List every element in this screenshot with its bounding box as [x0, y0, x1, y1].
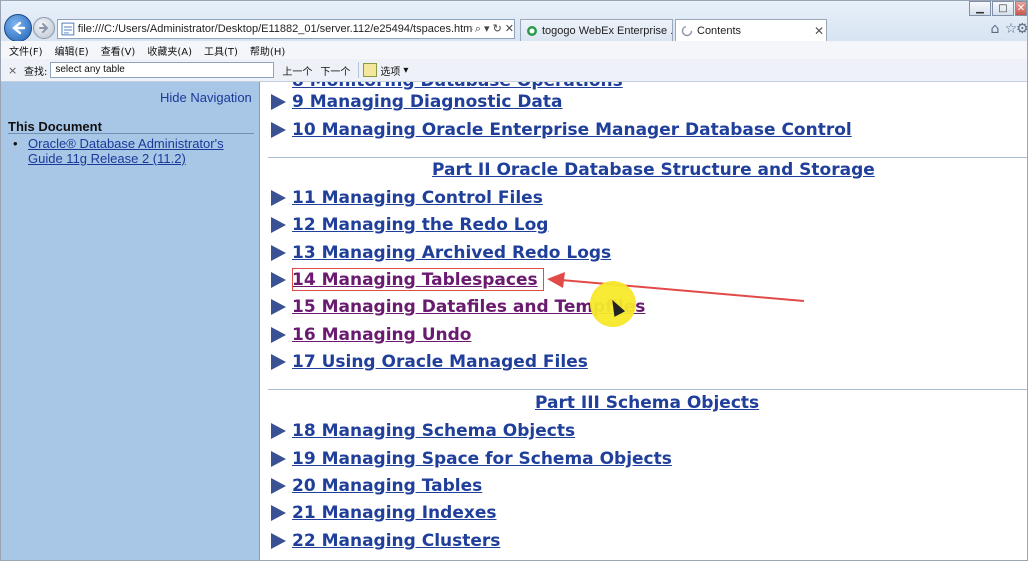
- browser-window: file:///C:/Users/Administrator/Desktop/E…: [0, 0, 1028, 561]
- annotation-arrow-icon: [547, 272, 805, 302]
